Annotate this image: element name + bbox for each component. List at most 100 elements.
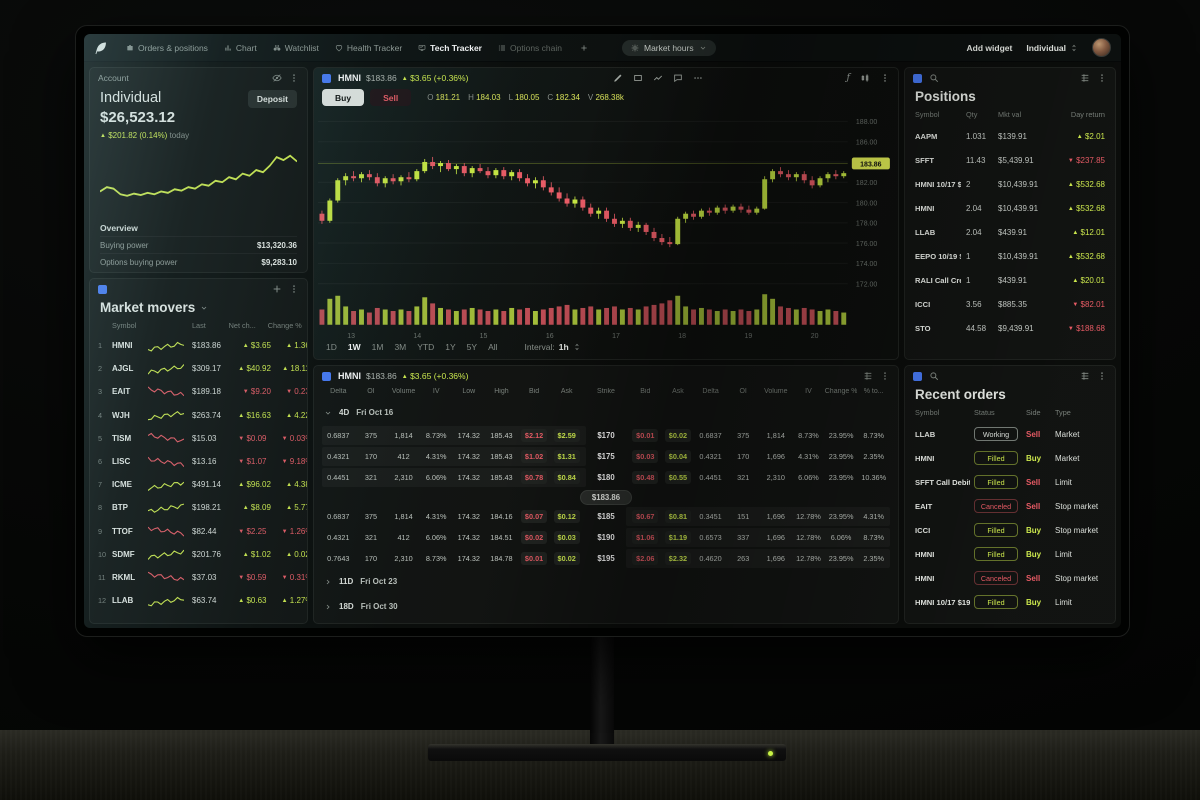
market-mover-row[interactable]: 2AJGL$309.17▲ $40.92▲ 18.11% <box>90 357 307 380</box>
timeframe-all[interactable]: All <box>488 342 497 352</box>
market-mover-row[interactable]: 1HMNI$183.86▲ $3.65▲ 1.36% <box>90 334 307 357</box>
svg-text:16: 16 <box>546 331 554 340</box>
timeframe-toolbar: 1D 1W 1M 3M YTD 1Y 5Y All Interval:1h <box>314 340 898 359</box>
option-chain-row[interactable]: 0.43213214126.06%174.32184.51$0.02$0.03$… <box>314 527 898 548</box>
market-mover-row[interactable]: 4WJH$263.74▲ $16.63▲ 4.22% <box>90 404 307 427</box>
option-chain-row[interactable]: 0.44513212,3106.06%174.32185.43$0.78$0.8… <box>314 467 898 488</box>
widget-group-indicator[interactable] <box>98 285 107 294</box>
nav-tab-watchlist[interactable]: Watchlist <box>265 43 327 53</box>
order-row[interactable]: HMNI 10/17 $195 CallFilledBuyLimit <box>905 590 1115 614</box>
add-widget-button[interactable]: Add widget <box>967 43 1013 53</box>
order-row[interactable]: EAITCanceledSellStop market <box>905 494 1115 518</box>
widget-group-indicator[interactable] <box>322 372 331 381</box>
mini-sparkline <box>148 339 184 353</box>
annotation-icon[interactable] <box>673 73 683 83</box>
nav-tab-tech-tracker[interactable]: Tech Tracker <box>410 43 490 53</box>
widget-group-indicator[interactable] <box>913 372 922 381</box>
orders-menu-icon[interactable] <box>1097 371 1107 381</box>
hide-balances-icon[interactable] <box>272 73 282 83</box>
avatar[interactable] <box>1092 38 1111 57</box>
market-movers-title[interactable]: Market movers <box>90 299 307 321</box>
order-row[interactable]: SFFT Call Debit SpreadFilledSellLimit <box>905 470 1115 494</box>
order-row[interactable]: HMNICanceledSellStop market <box>905 566 1115 590</box>
option-chain-row[interactable]: 0.43211704124.31%174.32185.43$1.02$1.31$… <box>314 446 898 467</box>
search-icon[interactable] <box>929 371 939 381</box>
timeframe-1d[interactable]: 1D <box>326 342 337 352</box>
expiration-group-row[interactable]: 18DFri Oct 30 <box>314 594 898 619</box>
deposit-button[interactable]: Deposit <box>248 90 297 108</box>
position-row[interactable]: RALI Call Credit Spread1$439.91▲ $20.01 <box>905 268 1115 292</box>
account-header-label: Account <box>98 73 129 83</box>
position-row[interactable]: HMNI 10/17 $195 Call2$10,439.91▲ $532.68 <box>905 172 1115 196</box>
order-row[interactable]: LLABWorkingSellMarket <box>905 422 1115 446</box>
nav-tab-options-chain[interactable]: Options chain <box>490 43 570 53</box>
market-hours-button[interactable]: Market hours <box>622 40 716 56</box>
shape-tool-icon[interactable] <box>633 73 643 83</box>
nav-tabs: Orders & positionsChartWatchlistHealth T… <box>118 43 570 53</box>
market-mover-row[interactable]: 12LLAB$63.74▲ $0.63▲ 1.27% <box>90 589 307 612</box>
interval-selector[interactable]: Interval:1h <box>525 342 581 352</box>
position-row[interactable]: STO44.58$9,439.91▼ $188.68 <box>905 316 1115 340</box>
plus-icon <box>580 44 588 52</box>
position-row[interactable]: SFFT11.43$5,439.91▼ $237.85 <box>905 148 1115 172</box>
svg-text:180.00: 180.00 <box>856 198 877 207</box>
expiration-group-row[interactable]: 4DFri Oct 16 <box>314 400 898 425</box>
indicators-icon[interactable]: ƒ <box>847 73 850 83</box>
option-chain-row[interactable]: 0.68373751,8148.73%174.32185.43$2.12$2.5… <box>314 425 898 446</box>
widget-menu-icon[interactable] <box>289 284 299 294</box>
options-menu-icon[interactable] <box>880 371 890 381</box>
nav-tab-health-tracker[interactable]: Health Tracker <box>327 43 410 53</box>
add-icon[interactable] <box>272 284 282 294</box>
options-column-headers: DeltaOIVolumeIVLowHighBidAskStrikeBidAsk… <box>314 386 898 400</box>
timeframe-1y[interactable]: 1Y <box>445 342 455 352</box>
add-tab-button[interactable] <box>572 44 596 52</box>
more-tools-icon[interactable] <box>693 73 703 83</box>
market-mover-row[interactable]: 7ICME$491.14▲ $96.02▲ 4.38% <box>90 473 307 496</box>
chevron-right-icon <box>324 603 332 611</box>
timeframe-3m[interactable]: 3M <box>394 342 406 352</box>
table-settings-icon[interactable] <box>1080 371 1090 381</box>
market-mover-row[interactable]: 5TISM$15.03▼ $0.09▼ 0.03% <box>90 427 307 450</box>
market-mover-row[interactable]: 6LISC$13.16▼ $1.07▼ 9.18% <box>90 450 307 473</box>
market-mover-row[interactable]: 11RKML$37.03▼ $0.59▼ 0.31% <box>90 566 307 589</box>
table-settings-icon[interactable] <box>1080 73 1090 83</box>
account-menu-icon[interactable] <box>289 73 299 83</box>
expiration-group-row[interactable]: 11DFri Oct 23 <box>314 569 898 594</box>
nav-tab-orders-positions[interactable]: Orders & positions <box>118 43 216 53</box>
order-row[interactable]: ICCIFilledBuyStop market <box>905 518 1115 542</box>
search-icon[interactable] <box>929 73 939 83</box>
timeframe-1w[interactable]: 1W <box>348 342 361 352</box>
layout-selector[interactable]: Individual <box>1026 43 1078 53</box>
widget-group-indicator[interactable] <box>322 74 331 83</box>
chevron-down-icon <box>200 304 208 312</box>
order-row[interactable]: HMNIFilledBuyMarket <box>905 446 1115 470</box>
option-chain-row[interactable]: 0.76431702,3108.73%174.32184.78$0.01$0.0… <box>314 548 898 569</box>
position-row[interactable]: EEPO 10/19 $456 Put1$10,439.91▲ $532.68 <box>905 244 1115 268</box>
position-row[interactable]: HMNI2.04$10,439.91▲ $532.68 <box>905 196 1115 220</box>
table-settings-icon[interactable] <box>863 371 873 381</box>
position-row[interactable]: AAPM1.031$139.91▲ $2.01 <box>905 124 1115 148</box>
market-mover-row[interactable]: 9TTOF$82.44▼ $2.25▼ 1.26% <box>90 520 307 543</box>
timeframe-1m[interactable]: 1M <box>372 342 384 352</box>
market-mover-row[interactable]: 10SDMF$201.76▲ $1.02▲ 0.02% <box>90 543 307 566</box>
position-row[interactable]: LLAB2.04$439.91▲ $12.01 <box>905 220 1115 244</box>
widget-group-indicator[interactable] <box>913 74 922 83</box>
draw-icon[interactable] <box>613 73 623 83</box>
market-mover-row[interactable]: 8BTP$198.21▲ $8.09▲ 5.77% <box>90 496 307 519</box>
candlestick-chart[interactable]: 188.00186.00184.00182.00180.00178.00176.… <box>318 109 894 340</box>
market-mover-row[interactable]: 3EAIT$189.18▼ $9.20▼ 0.23% <box>90 380 307 403</box>
positions-menu-icon[interactable] <box>1097 73 1107 83</box>
buy-button[interactable]: Buy <box>322 89 364 106</box>
position-row[interactable]: ICCI3.56$885.35▼ $82.01 <box>905 292 1115 316</box>
nav-tab-chart[interactable]: Chart <box>216 43 265 53</box>
sell-button[interactable]: Sell <box>370 89 411 106</box>
trend-tool-icon[interactable] <box>653 73 663 83</box>
chart-type-icon[interactable] <box>860 73 870 83</box>
robinhood-logo-icon[interactable] <box>94 41 108 55</box>
order-row[interactable]: HMNIFilledBuyLimit <box>905 542 1115 566</box>
timeframe-5y[interactable]: 5Y <box>467 342 477 352</box>
svg-text:178.00: 178.00 <box>856 218 877 227</box>
timeframe-ytd[interactable]: YTD <box>417 342 434 352</box>
chart-menu-icon[interactable] <box>880 73 890 83</box>
option-chain-row[interactable]: 0.68373751,8144.31%174.32184.16$0.07$0.1… <box>314 506 898 527</box>
